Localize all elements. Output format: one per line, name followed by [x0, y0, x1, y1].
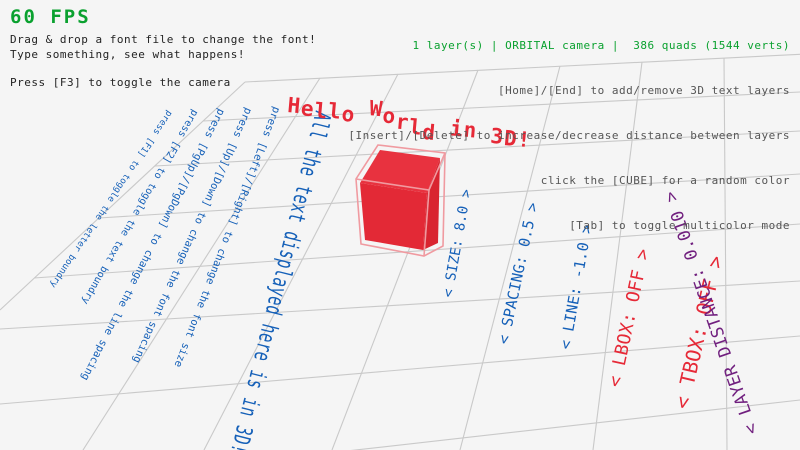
big-3d-text: All the text displayed here is in 3D! [225, 109, 337, 450]
help-line-distance: [Insert]/[Delete] to increase/decrease d… [348, 128, 790, 143]
help-line-cube: click the [CUBE] for a random color [348, 173, 790, 188]
setting-3d-text-lbox: < LBOX: OFF > [604, 247, 654, 389]
help-line-multicolor: [Tab] to toggle multicolor mode [348, 218, 790, 233]
help-line-layers: [Home]/[End] to add/remove 3D text layer… [348, 83, 790, 98]
fps-counter: 60 FPS [10, 6, 91, 28]
status-bar: 1 layer(s) | ORBITAL camera | 386 quads … [348, 38, 790, 53]
help-line-type: Type something, see what happens! [10, 47, 316, 62]
help-text-right: 1 layer(s) | ORBITAL camera | 386 quads … [348, 8, 790, 263]
help-text-left: Drag & drop a font file to change the fo… [10, 32, 316, 90]
help-line-camera: Press [F3] to toggle the camera [10, 75, 316, 90]
help-line-drop-font: Drag & drop a font file to change the fo… [10, 32, 316, 47]
app-window: All the text displayed here is in 3D! pr… [0, 0, 800, 450]
